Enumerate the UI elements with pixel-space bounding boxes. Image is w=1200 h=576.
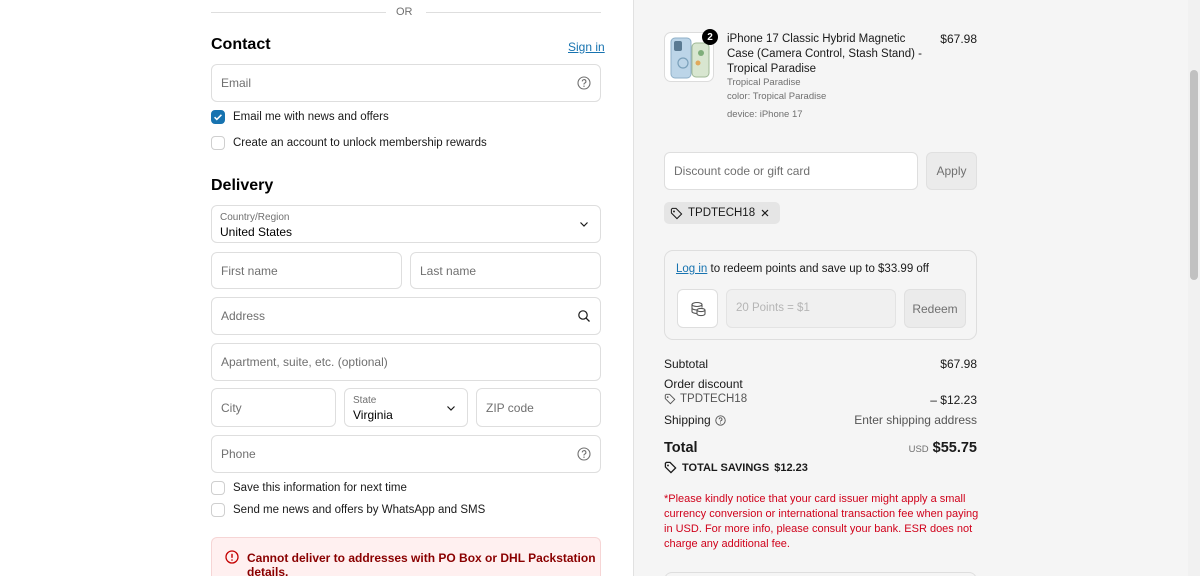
total-savings-value: $12.23 [774, 461, 808, 474]
coins-icon [690, 301, 706, 316]
search-icon [578, 310, 590, 322]
first-name-placeholder: First name [221, 263, 278, 278]
product-title: iPhone 17 Classic Hybrid Magnetic Case (… [727, 33, 922, 75]
contact-heading: Contact [211, 36, 271, 53]
redeem-button[interactable]: Redeem [904, 289, 966, 328]
subtotal-value: $67.98 [940, 357, 977, 371]
whatsapp-checkbox[interactable] [211, 503, 225, 517]
apply-button[interactable]: Apply [926, 152, 977, 190]
product-variant: Tropical Paradise [727, 77, 801, 88]
last-name-placeholder: Last name [420, 263, 477, 278]
apartment-field[interactable]: Apartment, suite, etc. (optional) [211, 343, 601, 381]
order-discount-label: Order discount [664, 377, 743, 391]
checkout-form-panel: OR Contact Sign in Email Email me with n… [0, 0, 633, 576]
help-icon[interactable] [715, 414, 726, 426]
next-section-box [664, 572, 977, 576]
points-login-row: Log in to redeem points and save up to $… [676, 263, 929, 275]
city-placeholder: City [221, 400, 242, 415]
save-info-label: Save this information for next time [233, 482, 407, 494]
state-label: State [353, 395, 377, 406]
discount-tag-code: TPDTECH18 [688, 207, 756, 219]
email-field[interactable]: Email [211, 64, 601, 102]
city-field[interactable]: City [211, 388, 336, 427]
country-label: Country/Region [220, 212, 290, 223]
discount-value: – $12.23 [930, 393, 977, 407]
chevron-down-icon [580, 222, 588, 227]
address-field[interactable]: Address [211, 297, 601, 335]
discount-code-field[interactable]: Discount code or gift card [664, 152, 918, 190]
delivery-error-text: Cannot deliver to addresses with PO Box … [247, 551, 596, 576]
subtotal-label: Subtotal [664, 357, 709, 371]
account-checkbox[interactable] [211, 136, 225, 150]
tag-icon [664, 461, 677, 474]
news-checkbox[interactable] [211, 110, 225, 124]
state-value: Virginia [353, 408, 393, 422]
last-name-field[interactable]: Last name [410, 252, 601, 289]
product-color: color: Tropical Paradise [727, 91, 827, 102]
sign-in-link[interactable]: Sign in [568, 40, 605, 54]
phone-placeholder: Phone [221, 447, 256, 461]
apartment-placeholder: Apartment, suite, etc. (optional) [221, 355, 388, 369]
discount-tag-chip: TPDTECH18 [664, 202, 781, 224]
currency-notice: *Please kindly notice that your card iss… [664, 493, 979, 550]
total-currency: USD [908, 444, 929, 455]
total-savings-label: TOTAL SAVINGS [682, 461, 770, 474]
country-value: United States [220, 225, 293, 239]
or-divider-text: OR [396, 6, 413, 18]
delivery-error-banner: Cannot deliver to addresses with PO Box … [211, 537, 601, 576]
whatsapp-label: Send me news and offers by WhatsApp and … [233, 504, 486, 516]
chevron-down-icon [447, 405, 455, 411]
shipping-value: Enter shipping address [854, 413, 977, 427]
tag-icon [670, 207, 683, 219]
help-icon[interactable] [577, 76, 591, 90]
country-select[interactable]: Country/Region United States [211, 205, 601, 243]
account-checkbox-label: Create an account to unlock membership r… [233, 137, 487, 149]
divider-left [211, 12, 386, 13]
error-icon [225, 550, 239, 564]
points-select[interactable]: 20 Points = $1 [726, 289, 896, 328]
close-icon[interactable] [760, 208, 770, 218]
state-select[interactable]: State Virginia [344, 388, 468, 427]
discount-code-row: TPDTECH18 [664, 393, 747, 405]
zip-placeholder: ZIP code [486, 400, 534, 415]
product-device: device: iPhone 17 [727, 109, 803, 120]
zip-field[interactable]: ZIP code [476, 388, 601, 427]
delivery-heading: Delivery [211, 177, 274, 194]
shipping-row: Shipping [664, 413, 726, 427]
scrollbar-thumb[interactable] [1190, 70, 1198, 280]
divider-right [426, 12, 601, 13]
discount-placeholder: Discount code or gift card [674, 164, 811, 178]
help-icon[interactable] [577, 447, 591, 461]
tag-icon [664, 393, 676, 405]
points-icon-box [677, 289, 718, 328]
phone-field[interactable]: Phone [211, 435, 601, 473]
check-icon [214, 114, 222, 121]
total-savings-row: TOTAL SAVINGS $12.23 [664, 461, 808, 474]
news-checkbox-label: Email me with news and offers [233, 111, 389, 123]
email-placeholder: Email [221, 76, 252, 90]
save-info-checkbox[interactable] [211, 481, 225, 495]
points-box: Log in to redeem points and save up to $… [664, 250, 977, 340]
shipping-label: Shipping [664, 413, 711, 427]
total-value: $55.75 [932, 440, 977, 456]
discount-code-text: TPDTECH18 [680, 393, 748, 405]
quantity-badge: 2 [702, 29, 718, 45]
points-login-link[interactable]: Log in [676, 263, 707, 275]
first-name-field[interactable]: First name [211, 252, 402, 289]
points-login-text: to redeem points and save up to $33.99 o… [707, 263, 929, 275]
total-label: Total [664, 440, 698, 456]
address-placeholder: Address [221, 309, 266, 323]
total-amount-row: USD $55.75 [877, 440, 977, 456]
points-select-text: 20 Points = $1 [736, 302, 810, 314]
product-price: $67.98 [940, 32, 977, 46]
